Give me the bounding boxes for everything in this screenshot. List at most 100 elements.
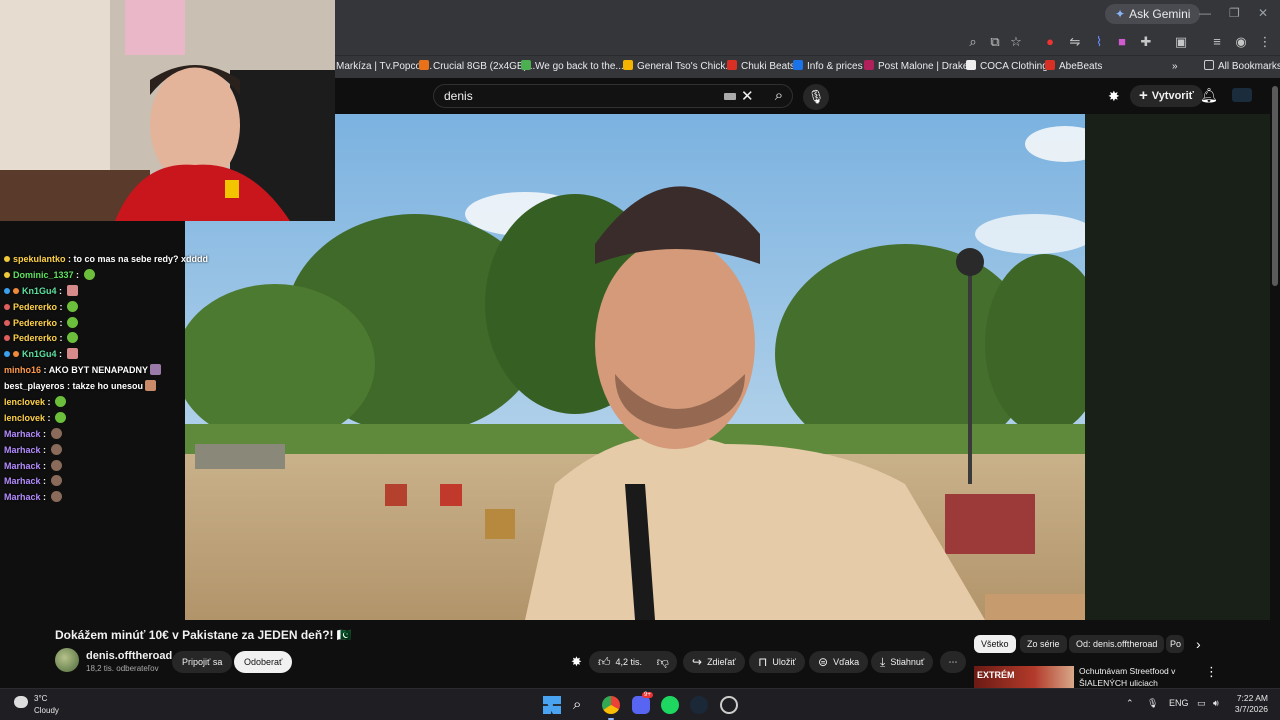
thanks-button[interactable]: ⊜ Vďaka (809, 651, 869, 673)
windows-start-icon[interactable] (543, 696, 561, 714)
voice-search-icon[interactable]: 🎙 (803, 84, 829, 110)
share-button[interactable]: ↪ Zdieľať (683, 651, 745, 673)
user-badge-icon (4, 271, 10, 278)
chat-emote-icon (83, 268, 95, 280)
chat-message: best_playeros : takze ho unesou (0, 379, 190, 395)
channel-name[interactable]: denis.offtheroad (86, 650, 172, 662)
bookmark-favicon-icon (521, 60, 531, 70)
chat-username: Pedererko (13, 317, 58, 328)
chat-emote-icon (145, 380, 157, 392)
browser-menu-icon[interactable]: ⋮ (1256, 33, 1274, 51)
chat-message: spekulantko : to co mas na sebe redy? xd… (0, 252, 208, 268)
volume-icon[interactable]: 🔊︎ (1213, 698, 1219, 709)
tray-overflow-icon[interactable]: ⌃ (1126, 698, 1134, 709)
discord-icon[interactable] (632, 696, 650, 714)
join-button[interactable]: Pripojiť sa (172, 651, 233, 673)
chat-username: Kn1Gu4 (22, 349, 57, 360)
subscriber-count: 18,2 tis. odberateľov (86, 664, 159, 673)
bookmark-item[interactable]: We go back to the... (521, 59, 624, 75)
chips-next-chevron-icon[interactable]: › (1196, 636, 1201, 652)
chat-emote-icon (50, 459, 62, 471)
tab-search-icon[interactable]: ▣ (1172, 33, 1190, 51)
chip-from-channel[interactable]: Od: denis.offtheroad (1069, 635, 1165, 653)
like-count[interactable]: 4,2 tis. (616, 657, 643, 667)
chat-username: Dominic_1337 (13, 269, 74, 280)
search-input[interactable]: denis (444, 89, 473, 103)
language-indicator[interactable]: ENG (1169, 698, 1189, 708)
close-window-icon[interactable]: ✕ (1258, 6, 1268, 20)
keyboard-icon[interactable] (724, 93, 736, 100)
more-bookmarks-chevron-icon[interactable]: » (1172, 59, 1178, 75)
thumbnail-text: EXTRÉM (977, 670, 1015, 680)
chip-partial[interactable]: Po (1166, 635, 1184, 653)
bookmark-item[interactable]: General Tso's Chick... (623, 59, 734, 75)
extension-red-icon[interactable]: ● (1041, 33, 1059, 51)
install-app-icon[interactable]: ⧉ (986, 33, 1004, 51)
thanks-icon: ⊜ (818, 655, 829, 669)
chat-message: Pedererko : (0, 300, 190, 316)
bookmark-item[interactable]: Markíza | Tv.Popcor... (336, 59, 432, 75)
plus-icon: + (1139, 87, 1148, 104)
extension-twitch-icon[interactable]: ■ (1113, 33, 1131, 51)
streamer-webcam (0, 0, 335, 221)
bookmark-item[interactable]: COCA Clothing (966, 59, 1048, 75)
maximize-icon[interactable]: ❐ (1229, 6, 1240, 20)
user-badge-icon (4, 319, 10, 326)
bookmark-favicon-icon (793, 60, 803, 70)
extension-arrows-icon[interactable]: ⇋ (1066, 33, 1084, 51)
ask-gemini-button[interactable]: ✦ Ask Gemini (1105, 4, 1201, 24)
more-actions-icon[interactable]: ⋯ (940, 651, 966, 673)
clear-search-icon[interactable]: ✕ (741, 87, 754, 105)
user-badge-icon (13, 287, 19, 294)
ai-sparkle-icon[interactable]: ✸ (571, 654, 582, 670)
dislike-icon[interactable]: 👎︎ (657, 655, 669, 669)
temperature: 3°C (34, 694, 48, 703)
secondary-panel (1085, 114, 1270, 620)
create-button[interactable]: + Vytvoriť (1130, 85, 1203, 107)
download-button[interactable]: ⤓ Stiahnuť (871, 651, 934, 673)
search-box[interactable]: denis ✕ ⌕ (433, 84, 793, 108)
account-avatar[interactable] (1232, 88, 1252, 102)
chip-series[interactable]: Zo série (1020, 635, 1067, 653)
ai-sparkle-icon[interactable]: ✸ (1108, 88, 1120, 105)
taskbar-clock[interactable]: 7:22 AM 3/7/2026 (1234, 693, 1268, 715)
bookmark-item[interactable]: Crucial 8GB (2x4GB)... (419, 59, 535, 75)
chip-all[interactable]: Všetko (974, 635, 1016, 653)
bookmark-item[interactable]: AbeBeats (1045, 59, 1102, 75)
next-video-thumbnail[interactable]: EXTRÉM (974, 666, 1074, 688)
chat-emote-icon (50, 475, 62, 487)
spotify-icon[interactable] (661, 696, 679, 714)
search-icon[interactable]: ⌕ (764, 85, 794, 107)
extensions-puzzle-icon[interactable]: ✚ (1137, 33, 1155, 51)
profile-avatar-icon[interactable]: ◉ (1232, 33, 1250, 51)
notifications-bell-icon[interactable]: 🔔︎ (1200, 87, 1218, 104)
chat-message: Pedererko : (0, 316, 190, 332)
zoom-icon[interactable]: ⌕ (964, 33, 982, 51)
chat-emote-icon (150, 364, 162, 376)
bookmark-icon: ⊓ (758, 655, 768, 669)
extension-wave-icon[interactable]: ⌇ (1090, 33, 1108, 51)
page-scrollbar[interactable] (1272, 86, 1278, 286)
bookmark-favicon-icon (727, 60, 737, 70)
chat-message: Marhack : (0, 427, 190, 443)
network-icon[interactable]: ▭ (1197, 698, 1206, 709)
reading-list-icon[interactable]: ≡ (1208, 33, 1226, 51)
bookmark-item[interactable]: Chuki Beats (727, 59, 795, 75)
obs-icon[interactable] (720, 696, 738, 714)
taskbar-search-icon[interactable]: ⌕ (573, 696, 591, 714)
steam-icon[interactable] (690, 696, 708, 714)
channel-avatar[interactable] (55, 648, 79, 672)
microphone-icon[interactable]: 🎙︎ (1147, 698, 1158, 709)
next-video-menu-icon[interactable]: ⋮ (1205, 664, 1218, 680)
all-bookmarks-button[interactable]: All Bookmarks (1204, 59, 1280, 75)
chrome-icon[interactable] (602, 696, 620, 714)
bookmark-favicon-icon (966, 60, 976, 70)
bookmark-item[interactable]: Info & prices (793, 59, 863, 75)
subscribe-button[interactable]: Odoberať (234, 651, 293, 673)
chat-emote-icon (50, 443, 62, 455)
bookmark-star-icon[interactable]: ☆ (1007, 33, 1025, 51)
minimize-icon[interactable]: — (1199, 6, 1211, 20)
like-icon[interactable]: 👍︎ (598, 655, 611, 669)
bookmark-item[interactable]: Post Malone | Drake... (864, 59, 977, 75)
save-button[interactable]: ⊓ Uložiť (749, 651, 805, 673)
